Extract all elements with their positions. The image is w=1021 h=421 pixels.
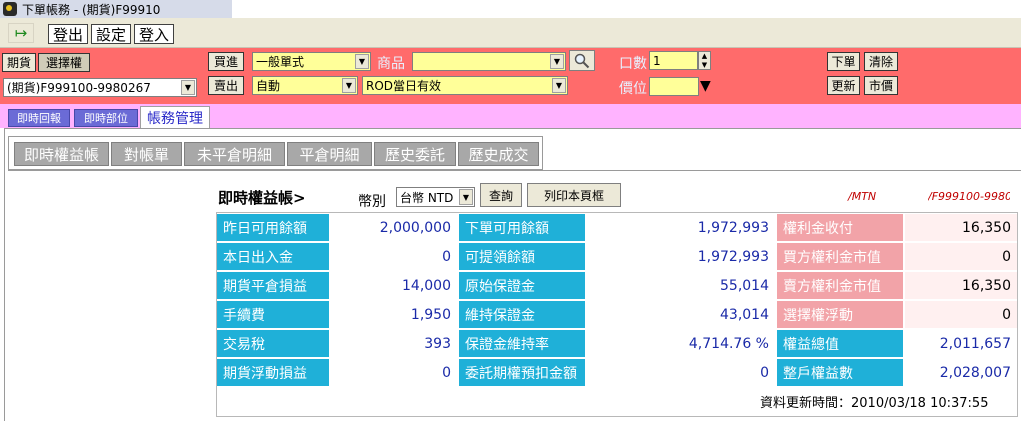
subnav-open-positions[interactable]: 未平倉明細	[184, 142, 285, 166]
label-initial-margin: 原始保證金	[459, 272, 585, 299]
update-time-label: 資料更新時間：	[760, 396, 852, 411]
main-toolbar: ↦ 登出 設定 登入	[0, 18, 1021, 48]
buy-button[interactable]: 買進	[208, 52, 244, 71]
value-withdrawable: 1,972,993	[587, 243, 775, 270]
mtn-label: /MTN	[848, 190, 877, 203]
section-title: 即時權益帳>	[218, 189, 306, 207]
subnav-realtime-equity[interactable]: 即時權益帳	[14, 142, 109, 166]
account-select[interactable]: (期貨)F999100-9980267 ▼	[3, 78, 197, 97]
value-futures-realized: 14,000	[331, 272, 457, 299]
login-button[interactable]: 登入	[134, 24, 174, 44]
place-order-button[interactable]: 下單	[827, 52, 860, 71]
label-today-deposit: 本日出入金	[217, 243, 329, 270]
label-options-floating: 選擇權浮動	[777, 301, 903, 328]
label-order-withheld: 委託期權預扣金額	[459, 359, 585, 386]
label-futures-floating: 期貨浮動損益	[217, 359, 329, 386]
tab-realtime-report[interactable]: 即時回報	[8, 109, 70, 127]
label-maintenance-margin: 維持保證金	[459, 301, 585, 328]
label-prev-available: 昨日可用餘額	[217, 214, 329, 241]
label-transaction-tax: 交易稅	[217, 330, 329, 357]
print-button[interactable]: 列印本頁框	[527, 183, 621, 207]
pin-icon[interactable]: ↦	[8, 23, 34, 43]
settings-button[interactable]: 設定	[91, 24, 131, 44]
window-title: 下單帳務 - (期貨)F99910	[22, 2, 161, 17]
value-total-equity: 2,011,657	[905, 330, 1017, 357]
label-withdrawable: 可提領餘額	[459, 243, 585, 270]
futures-button[interactable]: 期貨	[2, 53, 36, 72]
currency-label: 幣別	[358, 194, 386, 210]
qty-label: 口數	[619, 56, 647, 72]
label-futures-realized: 期貨平倉損益	[217, 272, 329, 299]
market-price-button[interactable]: 市價	[864, 76, 898, 95]
value-premium-pay: 16,350	[905, 214, 1017, 241]
subnav-closed-positions[interactable]: 平倉明細	[287, 142, 372, 166]
label-total-equity: 權益總值	[777, 330, 903, 357]
value-transaction-tax: 393	[331, 330, 457, 357]
label-buyer-premium: 買方權利金市值	[777, 243, 903, 270]
logout-button[interactable]: 登出	[48, 24, 88, 44]
tab-strip: 即時回報 即時部位 帳務管理	[0, 104, 1021, 128]
equity-grid: 昨日可用餘額 2,000,000 下單可用餘額 1,972,993 權利金收付 …	[216, 212, 1018, 417]
label-commission: 手續費	[217, 301, 329, 328]
update-time-value: 2010/03/18 10:37:55	[851, 396, 989, 411]
chevron-down-icon[interactable]: ▼	[550, 54, 564, 69]
clear-button[interactable]: 清除	[864, 52, 898, 71]
value-buyer-premium: 0	[905, 243, 1017, 270]
currency-select[interactable]: 台幣 NTD ▼	[396, 187, 475, 207]
chevron-down-icon[interactable]: ▼	[459, 189, 473, 205]
value-options-floating: 0	[905, 301, 1017, 328]
order-panel: 期貨 選擇權 (期貨)F999100-9980267 ▼ 買進 賣出 一般單式 …	[0, 48, 1021, 104]
app-icon	[3, 2, 17, 16]
chevron-down-icon[interactable]: ▼	[181, 80, 195, 95]
qty-input[interactable]: 1	[649, 51, 698, 70]
title-bar: 下單帳務 - (期貨)F99910	[0, 0, 232, 18]
chevron-down-icon[interactable]: ▼	[342, 78, 356, 93]
account-subnav: 即時權益帳 對帳單 未平倉明細 平倉明細 歷史委託 歷史成交	[8, 136, 543, 170]
label-margin-ratio: 保證金維持率	[459, 330, 585, 357]
value-account-equity: 2,028,007	[905, 359, 1017, 386]
chevron-down-icon[interactable]: ▼	[702, 61, 707, 69]
auto-select[interactable]: 自動 ▼	[252, 76, 358, 95]
chevron-down-icon[interactable]: ▼	[552, 78, 566, 93]
value-maintenance-margin: 43,014	[587, 301, 775, 328]
condition-select[interactable]: ROD當日有效 ▼	[362, 76, 568, 95]
subnav-trade-history[interactable]: 歷史成交	[458, 142, 539, 166]
subnav-order-history[interactable]: 歷史委託	[374, 142, 456, 166]
label-seller-premium: 賣方權利金市值	[777, 272, 903, 299]
query-button[interactable]: 查詢	[480, 183, 522, 207]
update-time: 資料更新時間：2010/03/18 10:37:55	[760, 392, 988, 411]
options-button[interactable]: 選擇權	[38, 53, 90, 72]
chevron-up-icon[interactable]: ▲	[702, 52, 707, 60]
chevron-down-icon[interactable]: ▼	[355, 54, 369, 69]
price-input[interactable]	[649, 77, 699, 96]
divider	[8, 170, 1021, 171]
value-prev-available: 2,000,000	[331, 214, 457, 241]
sell-button[interactable]: 賣出	[208, 76, 244, 95]
label-account-equity: 整戶權益數	[777, 359, 903, 386]
search-icon	[574, 53, 590, 68]
subnav-statement[interactable]: 對帳單	[111, 142, 182, 166]
product-label: 商品	[377, 56, 405, 72]
value-futures-floating: 0	[331, 359, 457, 386]
product-select[interactable]: ▼	[412, 52, 566, 71]
price-label: 價位	[619, 81, 647, 97]
tab-account-management[interactable]: 帳務管理	[140, 106, 210, 128]
value-today-deposit: 0	[331, 243, 457, 270]
value-order-withheld: 0	[587, 359, 775, 386]
price-dropdown-icon[interactable]: ▼	[700, 78, 711, 94]
product-search-button[interactable]	[569, 50, 595, 71]
label-order-available: 下單可用餘額	[459, 214, 585, 241]
account-id-label: /F999100-9980267	[928, 190, 1010, 203]
value-order-available: 1,972,993	[587, 214, 775, 241]
order-type-select[interactable]: 一般單式 ▼	[252, 52, 371, 71]
value-seller-premium: 16,350	[905, 272, 1017, 299]
value-margin-ratio: 4,714.76 %	[587, 330, 775, 357]
value-initial-margin: 55,014	[587, 272, 775, 299]
qty-stepper[interactable]: ▲ ▼	[698, 51, 711, 70]
label-premium-pay: 權利金收付	[777, 214, 903, 241]
value-commission: 1,950	[331, 301, 457, 328]
update-button[interactable]: 更新	[827, 76, 860, 95]
tab-realtime-position[interactable]: 即時部位	[74, 109, 138, 127]
